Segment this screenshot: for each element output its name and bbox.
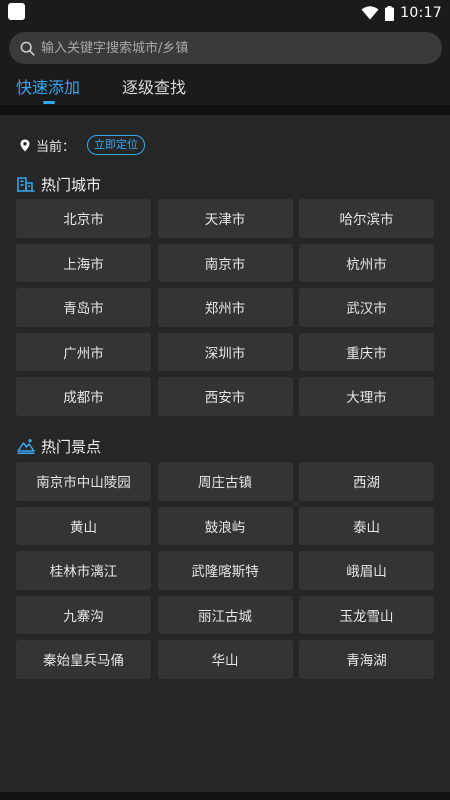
tab-level-search[interactable]: 逐级查找	[122, 74, 186, 98]
search-icon	[20, 41, 35, 56]
tab-quick-add[interactable]: 快速添加	[16, 74, 80, 98]
city-chip-guangzhou[interactable]: 广州市	[16, 332, 151, 371]
status-bar: 10:17	[0, 0, 450, 26]
spot-chip-li-river[interactable]: 桂林市漓江	[16, 551, 151, 590]
bottom-strip	[0, 792, 450, 800]
spot-chip-emeishan[interactable]: 峨眉山	[299, 551, 434, 590]
spot-chip-terracotta-army[interactable]: 秦始皇兵马俑	[16, 640, 151, 679]
spot-chip-taishan[interactable]: 泰山	[299, 506, 434, 545]
spot-chip-qinghai-lake[interactable]: 青海湖	[299, 640, 434, 679]
spot-chip-huangshan[interactable]: 黄山	[16, 506, 151, 545]
hot-cities-header: 热门城市	[17, 174, 101, 194]
status-time: 10:17	[400, 5, 442, 21]
city-chip-tianjin[interactable]: 天津市	[157, 199, 293, 238]
hot-spots-header: 热门景点	[17, 436, 101, 456]
building-icon	[17, 177, 35, 192]
city-chip-beijing[interactable]: 北京市	[16, 199, 151, 238]
mountain-icon	[17, 439, 35, 454]
hot-spots-title: 热门景点	[41, 437, 102, 456]
spot-chip-lijiang-old-town[interactable]: 丽江古城	[157, 595, 293, 634]
spot-chip-west-lake[interactable]: 西湖	[299, 462, 434, 501]
spot-chip-zhouzhuang[interactable]: 周庄古镇	[157, 462, 293, 501]
tab-bar: 快速添加 逐级查找	[0, 68, 450, 106]
spot-chip-huashan[interactable]: 华山	[157, 640, 293, 679]
wifi-icon	[361, 6, 379, 20]
city-chip-wuhan[interactable]: 武汉市	[299, 288, 434, 327]
city-chip-shenzhen[interactable]: 深圳市	[157, 332, 293, 371]
city-chip-nanjing[interactable]: 南京市	[157, 243, 293, 282]
location-pin-icon	[20, 139, 30, 151]
current-location-label: 当前：	[36, 139, 76, 155]
city-chip-hangzhou[interactable]: 杭州市	[299, 243, 434, 282]
battery-icon	[385, 5, 395, 21]
city-chip-qingdao[interactable]: 青岛市	[16, 288, 151, 327]
city-chip-zhengzhou[interactable]: 郑州市	[157, 288, 293, 327]
locate-now-button[interactable]: 立即定位	[87, 135, 146, 155]
spot-chip-jiuzhaigou[interactable]: 九寨沟	[16, 595, 151, 634]
city-chip-shanghai[interactable]: 上海市	[16, 243, 151, 282]
spot-chip-gulangyu[interactable]: 鼓浪屿	[157, 506, 293, 545]
app-notification-icon	[8, 3, 25, 20]
status-right: 10:17	[361, 2, 442, 24]
city-chip-chongqing[interactable]: 重庆市	[299, 332, 434, 371]
search-bar[interactable]	[9, 32, 442, 64]
city-chip-dali[interactable]: 大理市	[299, 377, 434, 416]
hot-cities-title: 热门城市	[41, 175, 102, 194]
spot-chip-zhongshan-mausoleum[interactable]: 南京市中山陵园	[16, 462, 151, 501]
current-location-row: 当前： 立即定位	[20, 135, 146, 155]
hot-cities-grid: 北京市 天津市 哈尔滨市 上海市 南京市 杭州市 青岛市 郑州市 武汉市 广州市…	[16, 199, 434, 416]
city-chip-chengdu[interactable]: 成都市	[16, 377, 151, 416]
search-input[interactable]	[41, 32, 442, 64]
tab-divider	[0, 105, 450, 115]
hot-spots-grid: 南京市中山陵园 周庄古镇 西湖 黄山 鼓浪屿 泰山 桂林市漓江 武隆喀斯特 峨眉…	[16, 462, 434, 679]
spot-chip-wulong-karst[interactable]: 武隆喀斯特	[157, 551, 293, 590]
spot-chip-jade-dragon[interactable]: 玉龙雪山	[299, 595, 434, 634]
active-tab-indicator	[43, 101, 55, 104]
city-chip-harbin[interactable]: 哈尔滨市	[299, 199, 434, 238]
city-chip-xian[interactable]: 西安市	[157, 377, 293, 416]
